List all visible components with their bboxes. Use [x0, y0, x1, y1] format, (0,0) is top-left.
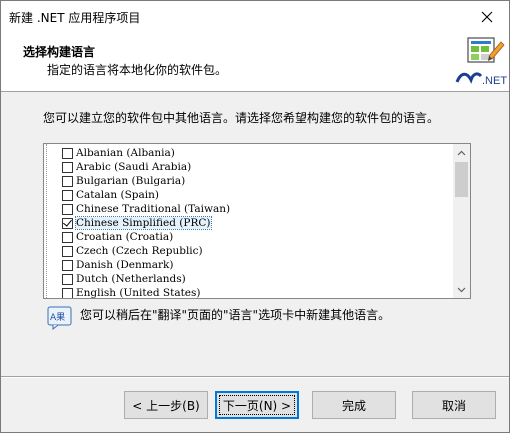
finish-button[interactable]: 完成 — [312, 391, 396, 419]
scroll-up-button[interactable] — [453, 144, 470, 161]
language-checkbox[interactable] — [62, 203, 73, 215]
title-bar: 新建 .NET 应用程序项目 — [1, 1, 509, 32]
page-subtitle: 指定的语言将本地化你的软件包。 — [47, 63, 228, 77]
language-checkbox[interactable] — [62, 175, 73, 187]
language-item[interactable]: Chinese Simplified (PRC) — [50, 216, 450, 230]
language-checkbox[interactable] — [62, 147, 73, 159]
language-label: Dutch (Netherlands) — [76, 273, 186, 285]
language-item[interactable]: Croatian (Croatia) — [50, 230, 450, 244]
language-checkbox[interactable] — [62, 217, 73, 229]
language-item[interactable]: English (United States) — [50, 286, 450, 299]
language-item[interactable]: Dutch (Netherlands) — [50, 272, 450, 286]
wizard-header: 选择构建语言 指定的语言将本地化你的软件包。 .NET — [1, 32, 509, 92]
language-label: Bulgarian (Bulgaria) — [76, 175, 186, 187]
language-label: Danish (Denmark) — [76, 259, 174, 271]
translate-icon: A果 — [47, 306, 72, 330]
svg-text:.NET: .NET — [482, 75, 507, 87]
page-title: 选择构建语言 — [23, 45, 96, 59]
language-item[interactable]: Danish (Denmark) — [50, 258, 450, 272]
close-icon — [481, 11, 492, 22]
language-label: Albanian (Albania) — [76, 147, 175, 159]
back-button[interactable]: < 上一步(B) — [124, 391, 208, 419]
language-label: Chinese Traditional (Taiwan) — [76, 203, 231, 215]
language-items: Albanian (Albania) Arabic (Saudi Arabia) B… — [50, 146, 450, 299]
language-checkbox[interactable] — [62, 259, 73, 271]
close-button[interactable] — [464, 1, 509, 32]
next-button[interactable]: 下一页(N) > — [215, 391, 299, 419]
tree-guide-line — [46, 144, 48, 298]
cancel-button[interactable]: 取消 — [412, 391, 496, 419]
window-title: 新建 .NET 应用程序项目 — [9, 11, 141, 25]
language-checkbox[interactable] — [62, 245, 73, 257]
scroll-thumb[interactable] — [455, 162, 468, 197]
language-item[interactable]: Catalan (Spain) — [50, 188, 450, 202]
chevron-up-icon — [457, 150, 466, 155]
language-label: Croatian (Croatia) — [76, 231, 174, 243]
dotnet-wizard-icon: .NET — [455, 37, 507, 87]
instructions-text: 您可以建立您的软件包中其他语言。请选择您希望构建您的软件包的语言。 — [43, 111, 440, 125]
language-item[interactable]: Arabic (Saudi Arabia) — [50, 160, 450, 174]
language-label: English (United States) — [76, 287, 201, 299]
scroll-down-button[interactable] — [453, 281, 470, 298]
language-label: Czech (Czech Republic) — [76, 245, 203, 257]
language-label: Arabic (Saudi Arabia) — [76, 161, 192, 173]
svg-text:A果: A果 — [50, 312, 65, 323]
language-checkbox[interactable] — [62, 161, 73, 173]
language-item[interactable]: Bulgarian (Bulgaria) — [50, 174, 450, 188]
language-list[interactable]: Albanian (Albania) Arabic (Saudi Arabia) B… — [43, 143, 471, 299]
language-checkbox[interactable] — [62, 273, 73, 285]
language-checkbox[interactable] — [62, 231, 73, 243]
language-checkbox[interactable] — [62, 287, 73, 298]
language-label: Catalan (Spain) — [76, 189, 159, 201]
language-checkbox[interactable] — [62, 189, 73, 201]
language-item[interactable]: Czech (Czech Republic) — [50, 244, 450, 258]
language-label: Chinese Simplified (PRC) — [75, 216, 212, 230]
language-item[interactable]: Albanian (Albania) — [50, 146, 450, 160]
wizard-window: 新建 .NET 应用程序项目 选择构建语言 指定的语言将本地化你的软件包。 .N… — [0, 0, 510, 433]
language-item[interactable]: Chinese Traditional (Taiwan) — [50, 202, 450, 216]
vertical-scrollbar[interactable] — [453, 144, 470, 298]
footer-separator — [1, 376, 509, 378]
chevron-down-icon — [457, 287, 466, 292]
note-text: 您可以稍后在"翻译"页面的"语言"选项卡中新建其他语言。 — [80, 308, 391, 322]
